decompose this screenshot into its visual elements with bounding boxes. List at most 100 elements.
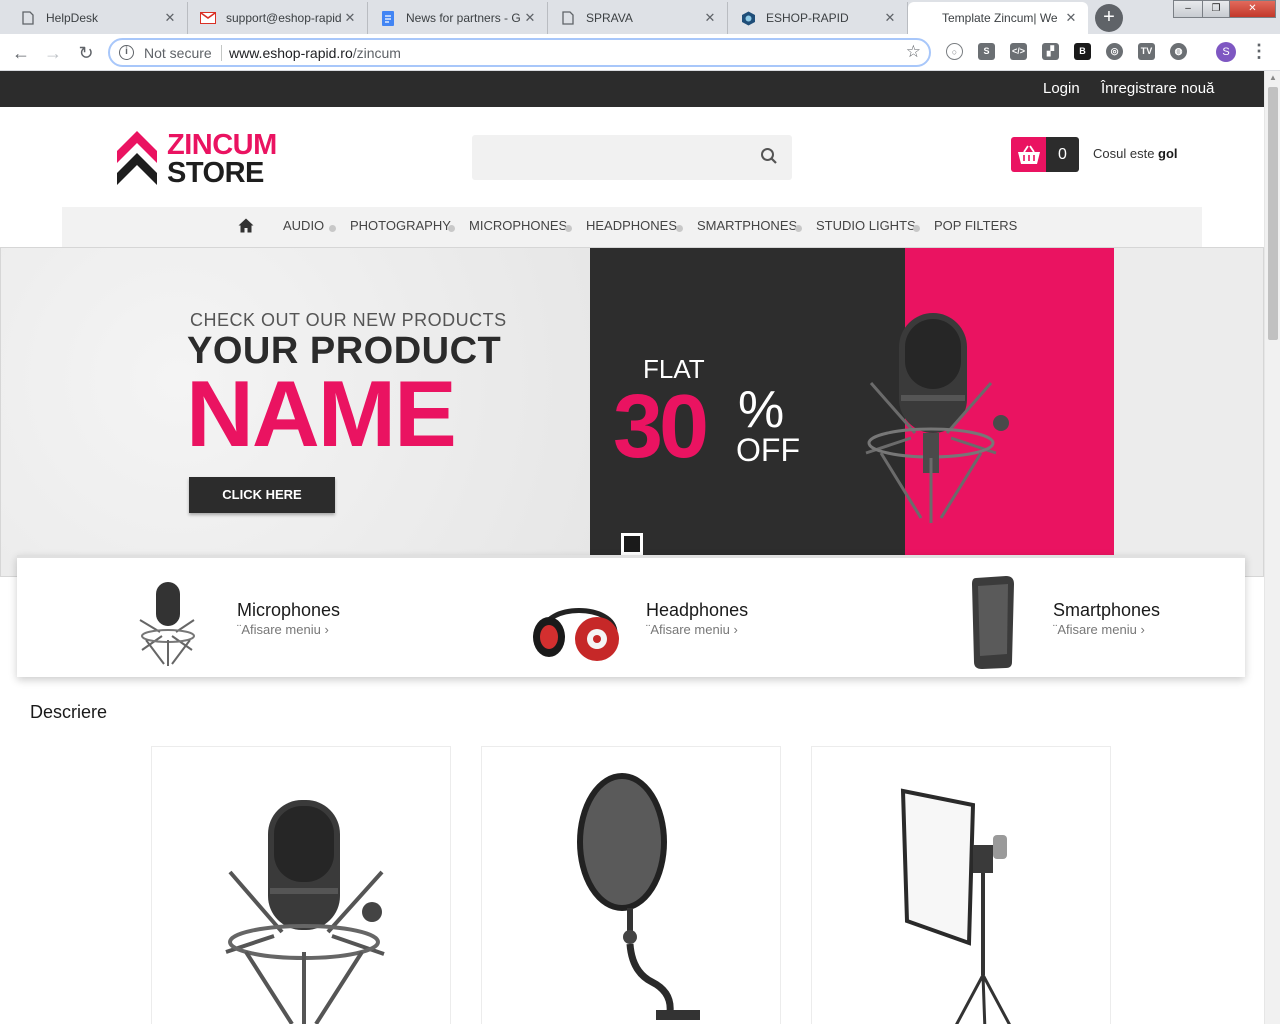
search-icon[interactable] <box>760 147 778 170</box>
cart-state: gol <box>1158 146 1178 161</box>
home-icon[interactable] <box>238 218 254 238</box>
nav-separator <box>448 225 455 232</box>
back-button[interactable]: ← <box>9 41 33 65</box>
section-title: Descriere <box>30 702 108 722</box>
extension-b-icon[interactable]: B <box>1074 43 1091 60</box>
forward-button[interactable]: → <box>41 41 65 65</box>
close-icon[interactable]: ✕ <box>703 10 717 26</box>
product-card[interactable] <box>151 746 451 1024</box>
category-show-menu[interactable]: ¨Afisare meniu › <box>1053 622 1145 637</box>
nav-item-audio[interactable]: AUDIO <box>283 218 324 233</box>
close-icon[interactable]: ✕ <box>523 10 537 26</box>
nav-item-microphones[interactable]: MICROPHONES <box>469 218 567 233</box>
browser-toolbar: ← → ↻ i Not secure www.eshop-rapid.ro/zi… <box>0 34 1280 71</box>
menu-kebab-icon[interactable]: ⋮ <box>1250 41 1268 62</box>
nav-item-headphones[interactable]: HEADPHONES <box>586 218 677 233</box>
close-icon[interactable]: ✕ <box>1064 10 1078 26</box>
extension-tv-icon[interactable]: TV <box>1138 43 1155 60</box>
url-text[interactable]: www.eshop-rapid.ro/zincum <box>229 45 401 61</box>
category-strip: Microphones ¨Afisare meniu › Headphones … <box>17 555 1245 677</box>
tab-title: Template Zincum| We <box>942 11 1058 25</box>
chevron-right-icon: › <box>1140 622 1145 637</box>
close-icon[interactable]: ✕ <box>163 10 177 26</box>
product-pop-filter-image <box>577 773 700 1020</box>
new-tab-button[interactable]: + <box>1095 4 1123 32</box>
slider-bullet[interactable] <box>621 533 643 555</box>
nav-item-pop-filters[interactable]: POP FILTERS <box>934 218 1017 233</box>
search-input[interactable] <box>472 135 792 180</box>
close-icon[interactable]: ✕ <box>343 10 357 26</box>
category-name[interactable]: Headphones <box>646 600 748 621</box>
cart-button[interactable]: 0 <box>1011 137 1079 172</box>
hero-click-here-button[interactable]: CLICK HERE <box>189 477 335 513</box>
hero-slider[interactable]: CHECK OUT OUR NEW PRODUCTS YOUR PRODUCT … <box>0 247 1264 577</box>
security-label: Not secure <box>144 45 212 61</box>
url-host: www.eshop-rapid.ro <box>229 45 353 61</box>
nav-separator <box>676 225 683 232</box>
nav-item-smartphones[interactable]: SMARTPHONES <box>697 218 797 233</box>
category-show-menu[interactable]: ¨Afisare meniu › <box>237 622 329 637</box>
logo-chevron-icon <box>117 131 157 185</box>
microphone-thumb-image <box>139 582 195 666</box>
gmail-icon <box>200 10 216 26</box>
scroll-up-arrow-icon[interactable]: ▲ <box>1269 73 1277 82</box>
extension-layout-icon[interactable]: ▞ <box>1042 43 1059 60</box>
nav-item-photography[interactable]: PHOTOGRAPHY <box>350 218 451 233</box>
tab-title: SPRAVA <box>586 11 633 25</box>
basket-icon <box>1011 137 1046 172</box>
category-show-menu-label: ¨Afisare meniu <box>1053 622 1137 637</box>
category-show-menu[interactable]: ¨Afisare meniu › <box>646 622 738 637</box>
product-card[interactable] <box>481 746 781 1024</box>
smartphone-thumb-image <box>972 576 1014 669</box>
close-icon[interactable]: ✕ <box>883 10 897 26</box>
hero-right-panel <box>1114 248 1263 576</box>
browser-tab-strip: HelpDesk ✕ support@eshop-rapid ✕ News fo… <box>0 0 1280 34</box>
store-logo[interactable]: ZINCUM STORE <box>117 129 292 189</box>
info-icon[interactable]: i <box>119 45 134 60</box>
login-link[interactable]: Login <box>1043 80 1080 97</box>
chevron-right-icon: › <box>733 622 738 637</box>
cart-label: Cosul este <box>1093 146 1155 161</box>
doc-icon <box>560 10 576 26</box>
minimize-button[interactable]: – <box>1173 0 1203 18</box>
window-close-button[interactable]: ✕ <box>1229 0 1276 18</box>
tab-support-mail[interactable]: support@eshop-rapid ✕ <box>188 2 368 34</box>
tab-sprava[interactable]: SPRAVA ✕ <box>548 2 728 34</box>
main-navigation: AUDIO PHOTOGRAPHY MICROPHONES HEADPHONES… <box>62 207 1202 247</box>
category-smartphones[interactable]: Smartphones ¨Afisare meniu › <box>935 558 1235 680</box>
doc-icon <box>20 10 36 26</box>
extension-world-icon[interactable]: ◍ <box>1170 43 1187 60</box>
bookmark-star-icon[interactable]: ☆ <box>906 42 921 62</box>
tab-helpdesk[interactable]: HelpDesk ✕ <box>8 2 188 34</box>
url-path: /zincum <box>352 45 401 61</box>
extension-power-icon[interactable]: ○ <box>946 43 963 60</box>
headphones-thumb-image <box>533 608 619 661</box>
reload-button[interactable]: ↻ <box>74 41 98 65</box>
scrollbar-thumb[interactable] <box>1268 87 1278 340</box>
tab-template-zincum[interactable]: Template Zincum| We ✕ <box>908 2 1088 34</box>
nav-separator <box>329 225 336 232</box>
hero-kicker: CHECK OUT OUR NEW PRODUCTS <box>190 310 507 330</box>
category-microphones[interactable]: Microphones ¨Afisare meniu › <box>117 558 417 680</box>
profile-avatar[interactable]: S <box>1216 42 1236 62</box>
register-link[interactable]: Înregistrare nouă <box>1101 80 1214 97</box>
extension-s-icon[interactable]: S <box>978 43 995 60</box>
category-name[interactable]: Microphones <box>237 600 340 621</box>
nav-separator <box>795 225 802 232</box>
category-name[interactable]: Smartphones <box>1053 600 1160 621</box>
category-headphones[interactable]: Headphones ¨Afisare meniu › <box>527 558 827 680</box>
chevron-right-icon: › <box>324 622 329 637</box>
hero-discount-value: 30 <box>613 377 709 477</box>
tab-news-partners[interactable]: News for partners - G ✕ <box>368 2 548 34</box>
maximize-button[interactable]: ❐ <box>1202 0 1230 18</box>
extension-code-icon[interactable]: </> <box>1010 43 1027 60</box>
extension-globe-icon[interactable]: ◎ <box>1106 43 1123 60</box>
docs-icon <box>380 10 396 26</box>
nav-item-studio-lights[interactable]: STUDIO LIGHTS <box>816 218 916 233</box>
hero-title-line2: NAME <box>186 361 457 466</box>
tab-eshop-rapid[interactable]: ESHOP-RAPID ✕ <box>728 2 908 34</box>
address-bar[interactable]: i Not secure www.eshop-rapid.ro/zincum ☆ <box>108 38 931 67</box>
tab-title: HelpDesk <box>46 11 99 25</box>
page-scrollbar[interactable]: ▲ <box>1264 71 1280 1024</box>
product-card[interactable] <box>811 746 1111 1024</box>
